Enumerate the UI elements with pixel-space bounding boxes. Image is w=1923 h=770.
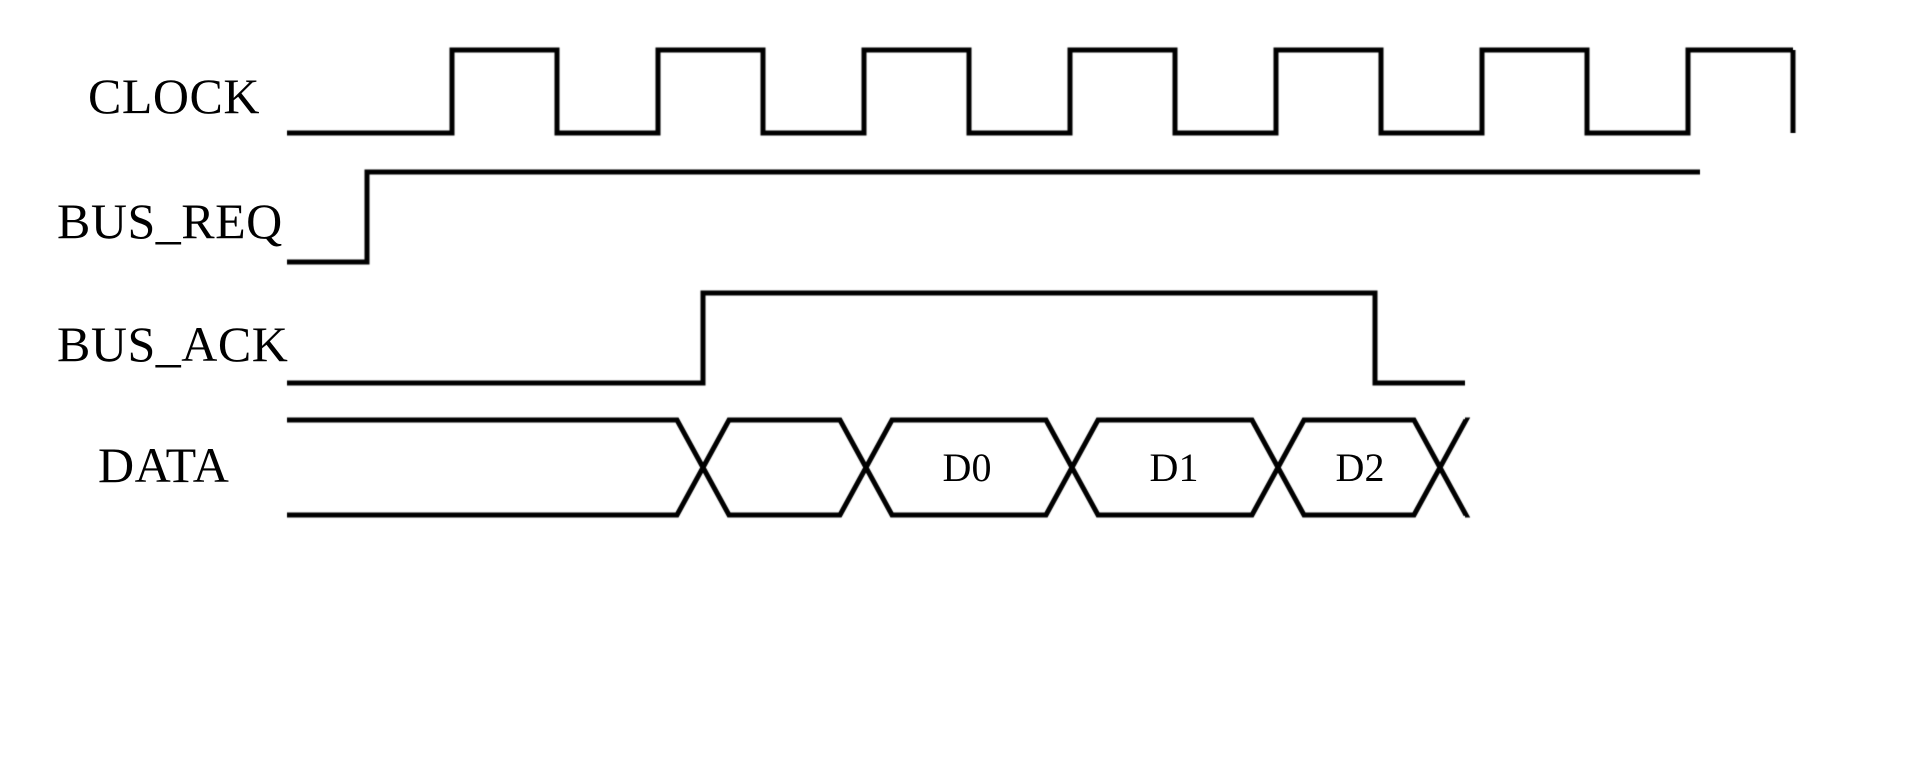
signal-label-bus-ack: BUS_ACK [57,316,289,372]
bus-value-d2: D2 [1335,445,1385,490]
timing-diagram: CLOCK BUS_REQ BUS_ACK DATA D0 D1 D2 [0,0,1923,770]
waveform-canvas [0,0,1923,770]
bus-value-d0: D0 [942,445,992,490]
signal-label-bus-req: BUS_REQ [57,193,283,249]
signal-label-clock: CLOCK [88,68,260,124]
signal-label-data: DATA [98,437,230,493]
bus-value-d1: D1 [1149,445,1199,490]
